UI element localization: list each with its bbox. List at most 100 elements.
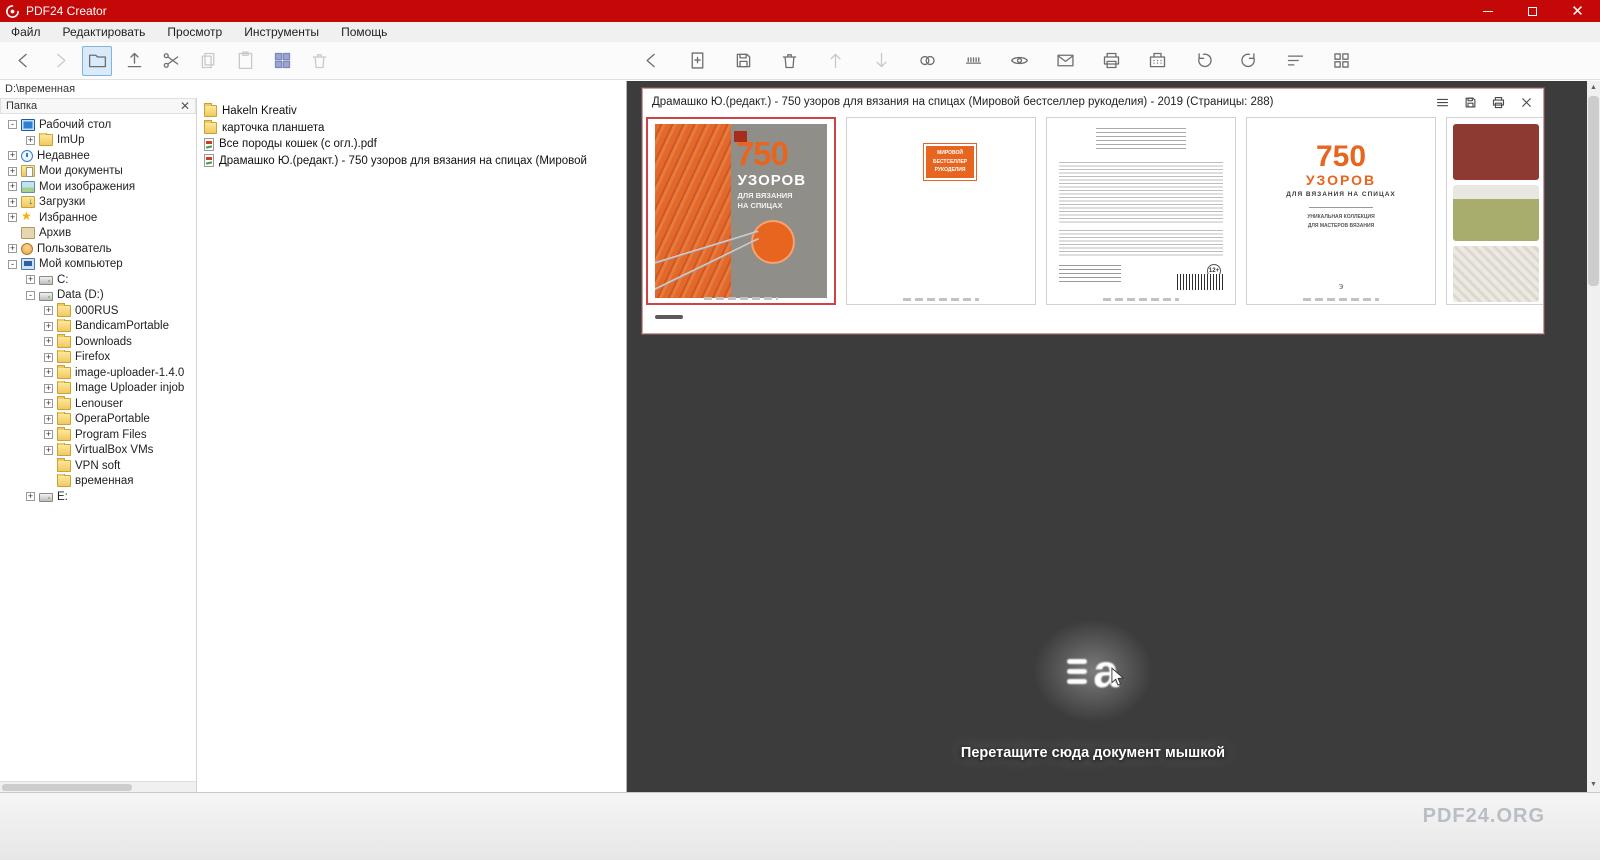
file-item[interactable]: Hakeln Kreativ — [197, 103, 626, 120]
tree-expander-icon[interactable] — [44, 414, 53, 424]
drop-zone[interactable]: a Перетащите сюда документ мышкой — [642, 619, 1544, 761]
tree-expander-icon[interactable] — [44, 368, 53, 378]
menu-item[interactable]: Помощь — [330, 22, 398, 42]
tree-expander-icon[interactable] — [44, 383, 53, 393]
close-button[interactable]: ✕ — [1555, 0, 1600, 22]
tree-expander-icon[interactable] — [44, 430, 53, 440]
scrollbar-thumb[interactable] — [2, 784, 132, 791]
tree-item[interactable]: Недавнее — [0, 148, 196, 164]
tree-expander-icon[interactable] — [44, 337, 53, 347]
tiles-view-button[interactable] — [267, 46, 297, 76]
tree-item[interactable]: 000RUS — [0, 303, 196, 319]
tree-expander-icon[interactable] — [26, 135, 35, 145]
menu-item[interactable]: Редактировать — [52, 22, 157, 42]
menu-item[interactable]: Инструменты — [233, 22, 330, 42]
scrollbar-thumb[interactable] — [655, 315, 683, 319]
email-button[interactable] — [1050, 46, 1080, 76]
grid-view-button[interactable] — [1326, 46, 1356, 76]
folder-view-button[interactable] — [82, 45, 112, 76]
tree-expander-icon[interactable] — [8, 244, 17, 254]
file-item[interactable]: Драмашко Ю.(редакт.) - 750 узоров для вя… — [197, 153, 626, 170]
scroll-down-arrow-icon[interactable]: ▼ — [1587, 778, 1600, 792]
save-icon[interactable] — [1463, 95, 1478, 110]
tree-item[interactable]: VPN soft — [0, 458, 196, 474]
tree-expander-icon[interactable] — [26, 275, 35, 285]
tree-item[interactable]: Data (D:) — [0, 288, 196, 304]
preview-button[interactable] — [1004, 46, 1034, 76]
tree-item[interactable]: Избранное — [0, 210, 196, 226]
tree-expander-icon[interactable] — [8, 259, 17, 269]
page-thumbnail-4[interactable]: 750 УЗОРОВ ДЛЯ ВЯЗАНИЯ НА СПИЦАХ УНИКАЛЬ… — [1246, 117, 1436, 305]
tree-expander-icon[interactable] — [8, 166, 17, 176]
tree-horizontal-scrollbar[interactable] — [0, 781, 196, 792]
rotate-left-button[interactable] — [1188, 46, 1218, 76]
add-page-button[interactable] — [682, 46, 712, 76]
move-down-button[interactable] — [866, 46, 896, 76]
rotate-right-button[interactable] — [1234, 46, 1264, 76]
page-thumbnail-5[interactable] — [1446, 117, 1543, 305]
page-thumbnail-2[interactable]: МИРОВОЙ БЕСТСЕЛЛЕР РУКОДЕЛИЯ — [846, 117, 1036, 305]
forward-button[interactable] — [45, 46, 75, 76]
tree-item[interactable]: временная — [0, 473, 196, 490]
menu-icon[interactable] — [1435, 95, 1450, 110]
tree-expander-icon[interactable] — [8, 182, 17, 192]
tree-expander-icon[interactable] — [44, 321, 53, 331]
tree-item[interactable]: ImUp — [0, 132, 196, 149]
tree-item[interactable]: Lenouser — [0, 396, 196, 412]
tree-expander-icon[interactable] — [8, 197, 17, 207]
tree-item[interactable]: VirtualBox VMs — [0, 442, 196, 459]
print-button[interactable] — [1096, 46, 1126, 76]
upload-button[interactable] — [119, 46, 149, 76]
minimize-button[interactable] — [1465, 0, 1510, 22]
page-thumbnail-1[interactable]: 750 УЗОРОВ ДЛЯ ВЯЗАНИЯ НА СПИЦАХ — [646, 117, 836, 305]
tree-item[interactable]: C: — [0, 272, 196, 288]
tree-item[interactable]: BandicamPortable — [0, 318, 196, 335]
tree-item[interactable]: image-uploader-1.4.0 — [0, 365, 196, 381]
delete-button[interactable] — [304, 46, 334, 76]
tree-item[interactable]: Загрузки — [0, 195, 196, 211]
tree-pane-close-icon[interactable]: ✕ — [180, 100, 190, 112]
pages-horizontal-scrollbar[interactable] — [643, 307, 1543, 327]
tree-item[interactable]: Пользователь — [0, 241, 196, 257]
file-item[interactable]: Все породы кошек (с огл.).pdf — [197, 136, 626, 153]
tree-item[interactable]: Image Uploader injob — [0, 380, 196, 397]
tree-item[interactable]: Downloads — [0, 334, 196, 350]
vertical-scrollbar[interactable]: ▲ ▼ — [1587, 81, 1600, 792]
save-button[interactable] — [728, 46, 758, 76]
tree-item[interactable]: Мой компьютер — [0, 257, 196, 273]
tree-item[interactable]: Архив — [0, 226, 196, 242]
tree-expander-icon[interactable] — [8, 213, 17, 223]
split-button[interactable] — [958, 46, 988, 76]
doc-back-button[interactable] — [636, 46, 666, 76]
page-thumbnail-3[interactable]: 12+ — [1046, 117, 1236, 305]
scroll-up-arrow-icon[interactable]: ▲ — [1587, 81, 1600, 95]
cut-button[interactable] — [156, 46, 186, 76]
tree-expander-icon[interactable] — [44, 399, 53, 409]
tree-expander-icon[interactable] — [26, 492, 35, 502]
menu-item[interactable]: Файл — [0, 22, 52, 42]
move-up-button[interactable] — [820, 46, 850, 76]
copy-button[interactable] — [193, 46, 223, 76]
tree-expander-icon[interactable] — [44, 306, 53, 316]
tree-item[interactable]: OperaPortable — [0, 411, 196, 428]
tree-item[interactable]: Firefox — [0, 349, 196, 366]
menu-item[interactable]: Просмотр — [156, 22, 233, 42]
tree-item[interactable]: Program Files — [0, 427, 196, 443]
close-icon[interactable] — [1519, 95, 1534, 110]
tree-expander-icon[interactable] — [44, 352, 53, 362]
tree-expander-icon[interactable] — [8, 120, 17, 130]
print-icon[interactable] — [1491, 95, 1506, 110]
tree-item[interactable]: Мои изображения — [0, 179, 196, 195]
sort-button[interactable] — [1280, 46, 1310, 76]
tree-expander-icon[interactable] — [44, 445, 53, 455]
merge-button[interactable] — [912, 46, 942, 76]
tree-item[interactable]: Рабочий стол — [0, 117, 196, 133]
scrollbar-thumb[interactable] — [1588, 96, 1599, 286]
tree-expander-icon[interactable] — [26, 290, 35, 300]
fax-button[interactable] — [1142, 46, 1172, 76]
tree-item[interactable]: E: — [0, 489, 196, 505]
tree-item[interactable]: Мои документы — [0, 164, 196, 180]
file-item[interactable]: карточка планшета — [197, 119, 626, 137]
paste-button[interactable] — [230, 46, 260, 76]
back-button[interactable] — [8, 46, 38, 76]
